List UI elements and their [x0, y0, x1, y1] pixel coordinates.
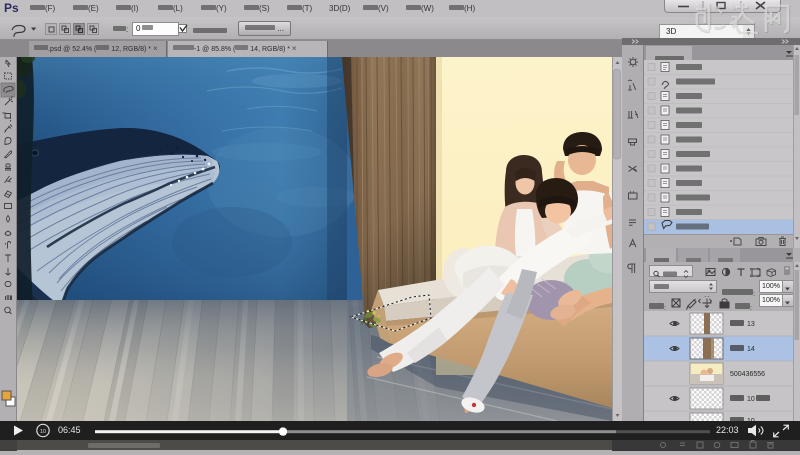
svg-text:10: 10: [747, 396, 755, 403]
svg-text:14: 14: [747, 346, 755, 353]
svg-text:13: 13: [747, 321, 755, 328]
svg-text:500436556: 500436556: [730, 371, 765, 378]
svg-text:10: 10: [40, 429, 46, 435]
